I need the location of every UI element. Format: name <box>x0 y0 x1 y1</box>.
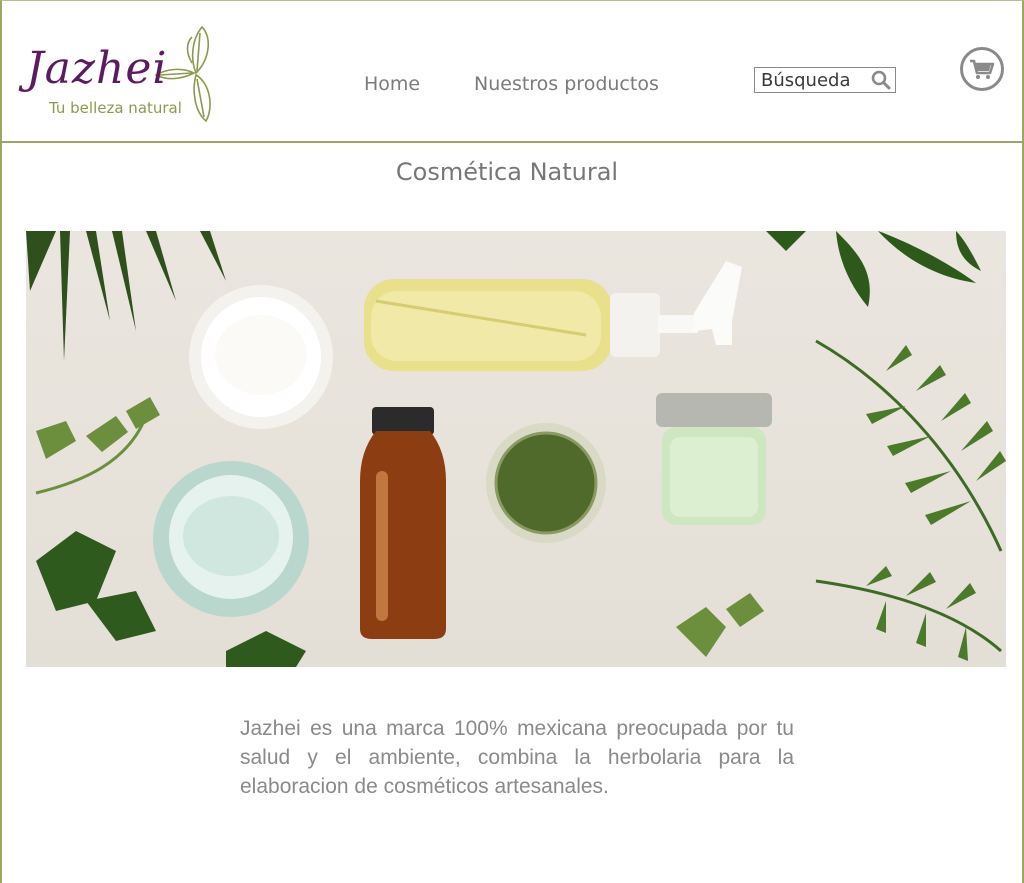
search-input[interactable] <box>755 68 873 92</box>
page-title-text: Cosmética Natural <box>395 158 619 186</box>
nav-products[interactable]: Nuestros productos <box>474 73 659 95</box>
hero-image <box>26 231 1006 667</box>
shopping-cart-icon[interactable] <box>959 46 1005 92</box>
brand-logo[interactable]: Jazhei Tu belleza natural <box>24 21 234 126</box>
site-header: Jazhei Tu belleza natural Home Nuestros … <box>2 1 1022 143</box>
cosmetics-illustration <box>26 231 1006 667</box>
page-frame: Jazhei Tu belleza natural Home Nuestros … <box>0 0 1024 883</box>
search-icon[interactable] <box>870 70 892 90</box>
search-box <box>754 67 896 93</box>
page-title: Cosmética Natural <box>2 158 1022 186</box>
brand-tagline: Tu belleza natural <box>49 99 182 117</box>
brand-name: Jazhei <box>26 43 168 94</box>
intro-text: Jazhei es una marca 100% mexicana preocu… <box>240 717 794 798</box>
nav-home[interactable]: Home <box>364 73 420 95</box>
